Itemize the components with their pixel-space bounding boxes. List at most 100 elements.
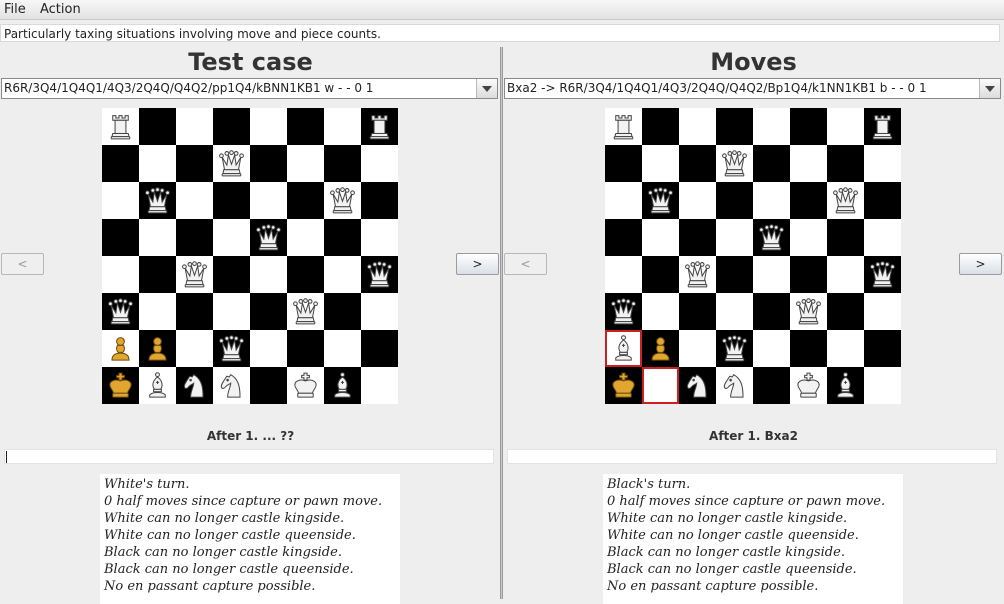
board-square[interactable] (250, 256, 287, 293)
board-square[interactable] (213, 256, 250, 293)
board-square[interactable] (790, 182, 827, 219)
board-square[interactable] (642, 293, 679, 330)
next-button[interactable]: > (959, 253, 1002, 275)
chess-board[interactable] (102, 108, 398, 404)
board-square[interactable] (250, 182, 287, 219)
board-square[interactable] (605, 293, 642, 330)
white-queen-icon[interactable] (213, 330, 250, 367)
white-queen-icon[interactable] (139, 182, 176, 219)
board-square[interactable] (716, 256, 753, 293)
board-square[interactable] (716, 145, 753, 182)
board-square[interactable] (324, 367, 361, 404)
white-queen-icon[interactable] (864, 256, 901, 293)
white-queen-icon[interactable] (827, 182, 864, 219)
board-square[interactable] (827, 367, 864, 404)
white-king-icon[interactable] (790, 367, 827, 404)
board-square[interactable] (753, 182, 790, 219)
board-square[interactable] (605, 108, 642, 145)
board-square[interactable] (324, 145, 361, 182)
white-queen-icon[interactable] (716, 145, 753, 182)
board-square[interactable] (102, 293, 139, 330)
move-input[interactable] (507, 449, 997, 464)
white-queen-icon[interactable] (790, 293, 827, 330)
white-bishop-icon[interactable] (324, 367, 361, 404)
menu-action[interactable]: Action (40, 2, 81, 17)
board-square[interactable] (827, 145, 864, 182)
chevron-down-icon[interactable] (979, 79, 1000, 98)
board-square[interactable] (642, 367, 679, 404)
board-square[interactable] (361, 330, 398, 367)
board-square[interactable] (790, 330, 827, 367)
board-square[interactable] (361, 219, 398, 256)
board-square[interactable] (176, 182, 213, 219)
white-queen-icon[interactable] (679, 256, 716, 293)
white-bishop-icon[interactable] (139, 367, 176, 404)
black-pawn-icon[interactable] (642, 330, 679, 367)
board-square[interactable] (176, 256, 213, 293)
white-knight-icon[interactable] (213, 367, 250, 404)
board-square[interactable] (176, 219, 213, 256)
white-queen-icon[interactable] (213, 145, 250, 182)
board-square[interactable] (102, 330, 139, 367)
board-square[interactable] (361, 256, 398, 293)
board-square[interactable] (213, 293, 250, 330)
board-square[interactable] (642, 219, 679, 256)
board-square[interactable] (827, 256, 864, 293)
white-rook-icon[interactable] (864, 108, 901, 145)
board-square[interactable] (102, 367, 139, 404)
test-case-combo[interactable]: R6R/3Q4/1Q4Q1/4Q3/2Q4Q/Q4Q2/pp1Q4/kBNN1K… (1, 78, 498, 99)
board-square[interactable] (139, 293, 176, 330)
board-square[interactable] (324, 219, 361, 256)
board-square[interactable] (139, 367, 176, 404)
board-square[interactable] (139, 182, 176, 219)
board-square[interactable] (139, 330, 176, 367)
white-rook-icon[interactable] (605, 108, 642, 145)
board-square[interactable] (864, 108, 901, 145)
board-square[interactable] (176, 293, 213, 330)
board-square[interactable] (790, 293, 827, 330)
board-square[interactable] (213, 108, 250, 145)
moves-combo[interactable]: Bxa2 -> R6R/3Q4/1Q4Q1/4Q3/2Q4Q/Q4Q2/Bp1Q… (504, 78, 1001, 99)
board-square[interactable] (213, 330, 250, 367)
board-square[interactable] (213, 145, 250, 182)
board-square[interactable] (324, 330, 361, 367)
board-square[interactable] (605, 256, 642, 293)
board-square[interactable] (176, 330, 213, 367)
next-button[interactable]: > (456, 253, 499, 275)
white-queen-icon[interactable] (361, 256, 398, 293)
board-square[interactable] (679, 182, 716, 219)
white-rook-icon[interactable] (361, 108, 398, 145)
board-square[interactable] (827, 330, 864, 367)
white-rook-icon[interactable] (102, 108, 139, 145)
board-square[interactable] (679, 219, 716, 256)
white-knight-icon[interactable] (716, 367, 753, 404)
white-queen-icon[interactable] (753, 219, 790, 256)
white-queen-icon[interactable] (324, 182, 361, 219)
board-square[interactable] (790, 219, 827, 256)
board-square[interactable] (679, 330, 716, 367)
white-queen-icon[interactable] (176, 256, 213, 293)
board-square[interactable] (827, 219, 864, 256)
white-king-icon[interactable] (287, 367, 324, 404)
board-square[interactable] (250, 108, 287, 145)
board-square[interactable] (287, 330, 324, 367)
board-square[interactable] (790, 256, 827, 293)
board-square[interactable] (213, 367, 250, 404)
menu-file[interactable]: File (4, 2, 26, 17)
board-square[interactable] (287, 367, 324, 404)
board-square[interactable] (753, 330, 790, 367)
board-square[interactable] (605, 367, 642, 404)
board-square[interactable] (716, 182, 753, 219)
white-queen-icon[interactable] (642, 182, 679, 219)
black-pawn-icon[interactable] (139, 330, 176, 367)
board-square[interactable] (864, 182, 901, 219)
white-knight-icon[interactable] (679, 367, 716, 404)
board-square[interactable] (642, 108, 679, 145)
white-queen-icon[interactable] (250, 219, 287, 256)
description-field[interactable]: Particularly taxing situations involving… (0, 24, 1000, 42)
board-square[interactable] (102, 219, 139, 256)
white-bishop-icon[interactable] (607, 332, 640, 365)
board-square[interactable] (642, 330, 679, 367)
board-square[interactable] (213, 182, 250, 219)
board-square[interactable] (790, 145, 827, 182)
